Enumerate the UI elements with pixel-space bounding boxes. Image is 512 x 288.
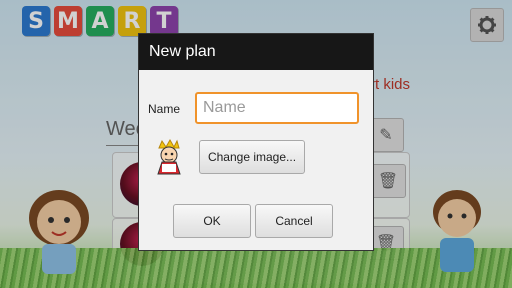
cancel-button[interactable]: Cancel [255, 204, 333, 238]
dialog-title: New plan [139, 34, 373, 70]
change-image-button[interactable]: Change image... [199, 140, 305, 174]
new-plan-dialog: New plan Name Change image... OK Cancel [139, 34, 373, 250]
name-input[interactable] [195, 92, 359, 124]
ok-button[interactable]: OK [173, 204, 251, 238]
name-label: Name [148, 102, 181, 116]
king-icon [157, 138, 181, 175]
